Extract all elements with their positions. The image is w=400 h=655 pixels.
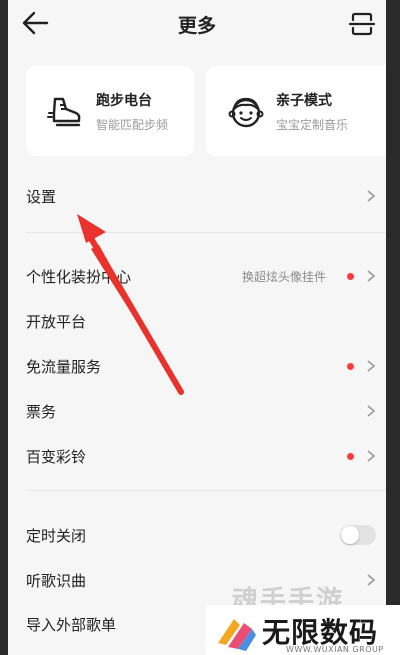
kids-mode-card[interactable]: 亲子模式 宝宝定制音乐 <box>206 66 386 156</box>
chevron-right-icon <box>367 450 376 462</box>
chevron-right-icon <box>367 360 376 372</box>
row-ringtone[interactable]: 百变彩铃 <box>8 434 386 478</box>
running-radio-text: 跑步电台 智能匹配步频 <box>96 90 168 133</box>
row-personalize-hint: 换超炫头像挂件 <box>241 269 326 284</box>
row-song-recognition-label: 听歌识曲 <box>26 571 87 590</box>
watermark: 无限数码 WWW.WUXIAN GROUP <box>206 605 400 655</box>
row-tickets[interactable]: 票务 <box>8 389 386 433</box>
back-arrow-icon[interactable] <box>20 10 50 36</box>
running-radio-subtitle: 智能匹配步频 <box>96 117 169 132</box>
row-free-data-service[interactable]: 免流量服务 <box>8 344 386 388</box>
red-dot-badge <box>347 272 354 280</box>
section-divider <box>26 490 386 491</box>
kids-mode-text: 亲子模式 宝宝定制音乐 <box>276 90 348 133</box>
section-divider <box>26 232 386 233</box>
row-personalize-label: 个性化装扮中心 <box>26 267 132 286</box>
kids-mode-title: 亲子模式 <box>276 92 332 109</box>
row-settings-label: 设置 <box>26 187 57 206</box>
page-title: 更多 <box>177 14 216 37</box>
running-radio-title: 跑步电台 <box>96 92 152 109</box>
row-import-playlist-label: 导入外部歌单 <box>26 615 117 634</box>
row-sleep-timer: 定时关闭 <box>8 513 386 557</box>
sleep-timer-toggle[interactable] <box>340 525 376 545</box>
watermark-sub-text: WWW.WUXIAN GROUP <box>286 645 384 654</box>
running-radio-card[interactable]: 跑步电台 智能匹配步频 <box>26 66 194 156</box>
running-shoe-icon <box>47 97 81 127</box>
more-page: 更多 跑步电台 智能匹配步频 亲子模式 宝宝定制音乐 设置 个性化装扮中心 换超… <box>8 0 386 655</box>
red-dot-badge <box>347 362 354 370</box>
kids-mode-subtitle: 宝宝定制音乐 <box>276 117 349 132</box>
row-sleep-timer-label: 定时关闭 <box>26 526 87 545</box>
chevron-right-icon <box>367 270 376 282</box>
row-tickets-label: 票务 <box>26 402 57 421</box>
chevron-right-icon <box>367 574 376 586</box>
toggle-knob <box>341 526 359 544</box>
chevron-right-icon <box>367 190 376 202</box>
wuxian-logo-icon <box>218 619 256 651</box>
chevron-right-icon <box>367 405 376 417</box>
row-ringtone-label: 百变彩铃 <box>26 447 87 466</box>
row-open-platform-label: 开放平台 <box>26 312 87 331</box>
row-free-data-label: 免流量服务 <box>26 357 102 376</box>
row-personalize-center[interactable]: 个性化装扮中心 换超炫头像挂件 <box>8 254 386 298</box>
top-bar: 更多 <box>8 0 386 48</box>
red-dot-badge <box>347 452 354 460</box>
scan-icon[interactable] <box>348 10 376 38</box>
row-settings[interactable]: 设置 <box>8 174 386 218</box>
baby-face-icon <box>228 97 264 128</box>
row-open-platform[interactable]: 开放平台 <box>8 299 386 343</box>
feature-cards: 跑步电台 智能匹配步频 亲子模式 宝宝定制音乐 <box>26 66 386 158</box>
